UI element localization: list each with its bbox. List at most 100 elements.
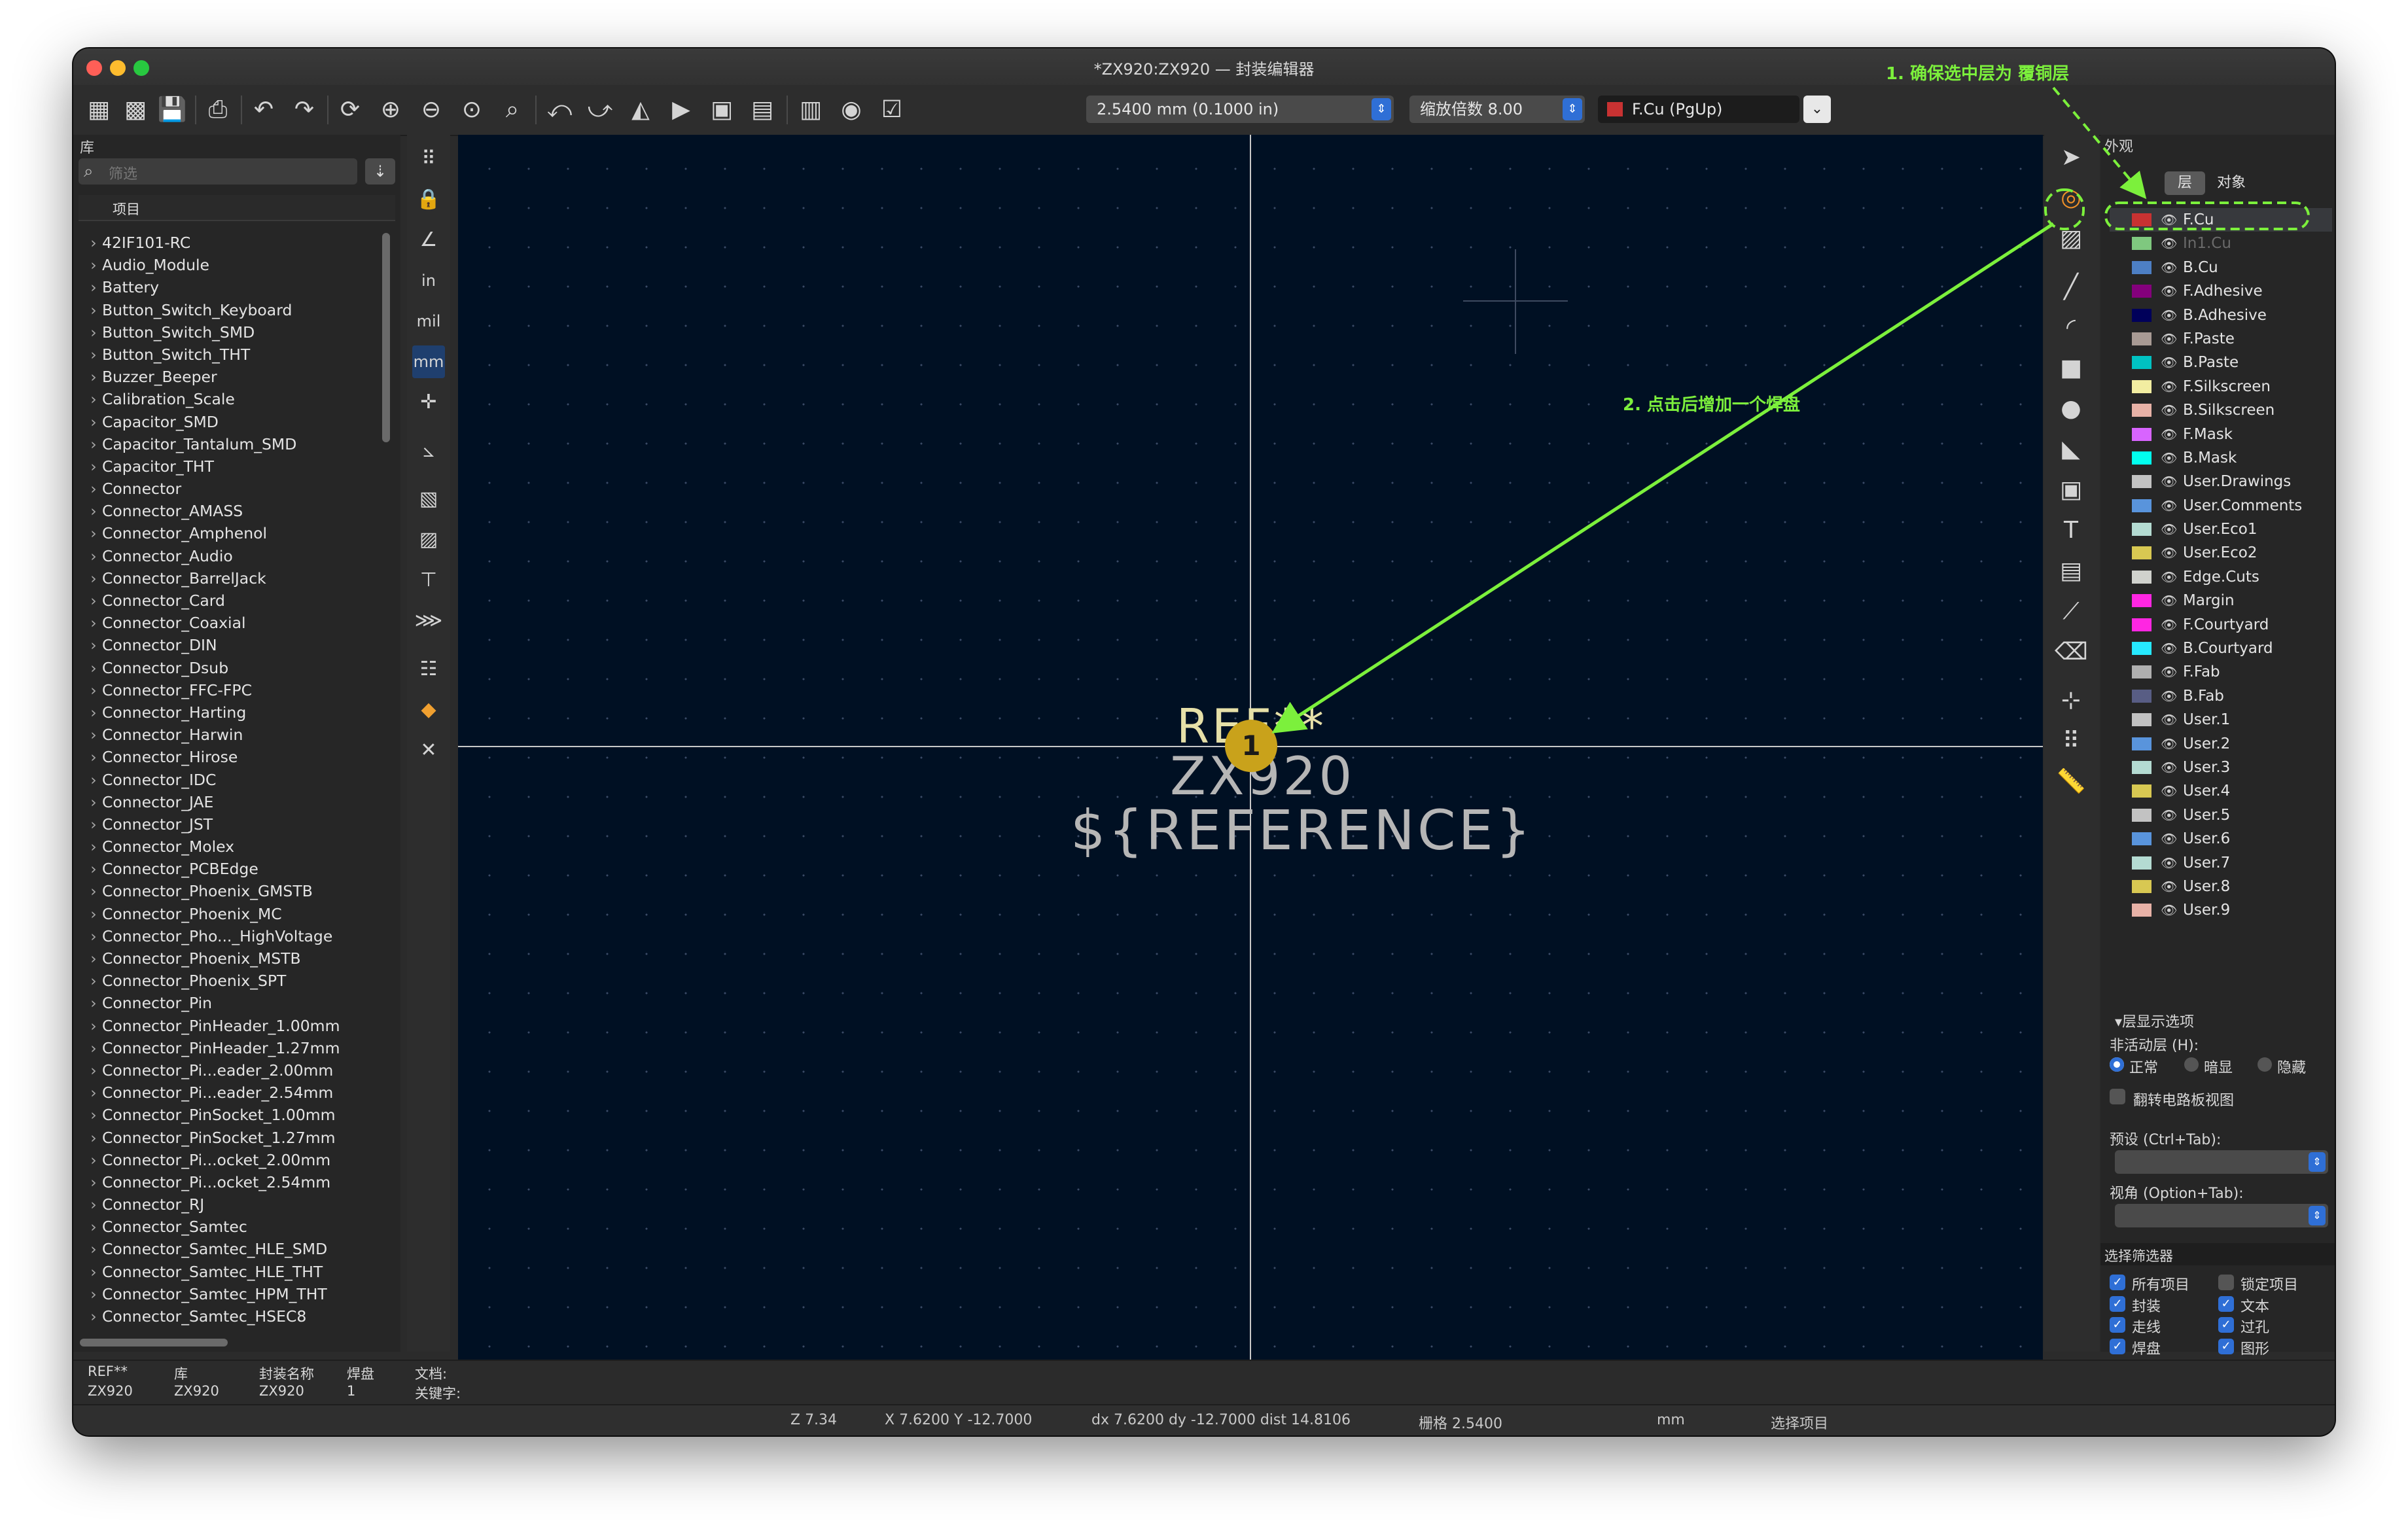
layer-row[interactable]: 👁 User.6 <box>2110 827 2332 851</box>
filter-checkbox[interactable] <box>2218 1275 2234 1290</box>
list-item[interactable]: › Connector_Samtec_HPM_THT <box>79 1283 377 1305</box>
list-item[interactable]: › Button_Switch_SMD <box>79 321 377 343</box>
list-item[interactable]: › Connector_JAE <box>79 791 377 813</box>
chevron-right-icon[interactable]: › <box>79 612 102 634</box>
chevron-right-icon[interactable]: › <box>79 1261 102 1283</box>
zoom-out-icon[interactable]: ⊖ <box>415 94 448 126</box>
list-item[interactable]: › Connector_PinHeader_1.00mm <box>79 1015 377 1037</box>
filter-checkbox[interactable]: ✓ <box>2110 1275 2125 1290</box>
eye-icon[interactable]: 👁 <box>2161 660 2177 684</box>
layer-color-swatch[interactable] <box>2132 713 2151 727</box>
chevron-right-icon[interactable]: › <box>79 478 102 500</box>
new-footprint-icon[interactable]: ▦ <box>82 94 115 126</box>
eye-icon[interactable]: 👁 <box>2161 208 2177 232</box>
layer-color-swatch[interactable] <box>2132 879 2151 893</box>
chevron-right-icon[interactable]: › <box>79 925 102 947</box>
chevron-right-icon[interactable]: › <box>79 1082 102 1104</box>
layer-row[interactable]: 👁 User.Eco2 <box>2110 541 2332 565</box>
polar-coords-icon[interactable]: ∠ <box>412 224 445 256</box>
flip-icon[interactable]: ▶ <box>665 94 698 126</box>
eye-icon[interactable]: 👁 <box>2161 756 2177 779</box>
eye-icon[interactable]: 👁 <box>2161 232 2177 255</box>
chevron-right-icon[interactable]: › <box>79 1283 102 1305</box>
chevron-right-icon[interactable]: › <box>79 858 102 880</box>
chevron-right-icon[interactable]: › <box>79 746 102 768</box>
list-item[interactable]: › Audio_Module <box>79 254 377 276</box>
add-pad-icon[interactable]: ◎ <box>2055 182 2087 215</box>
inactive-dim-radio[interactable] <box>2184 1057 2199 1072</box>
eye-icon[interactable]: 👁 <box>2161 613 2177 637</box>
rotate-ccw-icon[interactable]: ⤺ <box>543 94 576 126</box>
list-item[interactable]: › Connector_Card <box>79 590 377 612</box>
chevron-right-icon[interactable]: › <box>79 903 102 925</box>
save-to-library-icon[interactable]: ▩ <box>119 94 152 126</box>
chevron-right-icon[interactable]: › <box>79 1015 102 1037</box>
add-text-icon[interactable]: T <box>2055 514 2087 547</box>
list-item[interactable]: › Connector_FFC-FPC <box>79 679 377 701</box>
eye-icon[interactable]: 👁 <box>2161 256 2177 279</box>
layer-color-swatch[interactable] <box>2132 665 2151 679</box>
high-contrast-icon[interactable]: ⋙ <box>412 605 445 637</box>
footprint-properties-icon[interactable]: ▥ <box>794 94 827 126</box>
layer-color-swatch[interactable] <box>2132 332 2151 345</box>
list-item[interactable]: › Connector_PCBEdge <box>79 858 377 880</box>
layer-row[interactable]: 👁 B.Adhesive <box>2110 304 2332 327</box>
units-inch-toggle[interactable]: in <box>412 264 445 297</box>
layer-color-swatch[interactable] <box>2132 308 2151 322</box>
layer-row[interactable]: 👁 User.7 <box>2110 851 2332 875</box>
zoom-selection-icon[interactable]: ⌕ <box>496 94 529 126</box>
layer-color-swatch[interactable] <box>2132 832 2151 846</box>
list-item[interactable]: › Connector_AMASS <box>79 500 377 522</box>
eye-icon[interactable]: 👁 <box>2161 779 2177 803</box>
eye-icon[interactable]: 👁 <box>2161 375 2177 398</box>
list-item[interactable]: › Connector <box>79 478 377 500</box>
chevron-right-icon[interactable]: › <box>79 567 102 590</box>
chevron-right-icon[interactable]: › <box>79 232 102 254</box>
chevron-right-icon[interactable]: › <box>79 276 102 298</box>
layer-color-swatch[interactable] <box>2132 356 2151 370</box>
chevron-right-icon[interactable]: › <box>79 321 102 343</box>
list-item[interactable]: › Connector_Harting <box>79 701 377 724</box>
eye-icon[interactable]: 👁 <box>2161 637 2177 660</box>
layer-row[interactable]: 👁 F.Mask <box>2110 423 2332 446</box>
layer-row[interactable]: 👁 User.3 <box>2110 756 2332 779</box>
reference-field-text[interactable]: ${REFERENCE} <box>1071 798 1533 862</box>
layer-color-swatch[interactable] <box>2132 546 2151 560</box>
preset-select[interactable]: ⇕ <box>2115 1150 2328 1174</box>
undo-icon[interactable]: ↶ <box>247 94 280 126</box>
library-horizontal-scrollbar[interactable] <box>80 1339 228 1346</box>
list-item[interactable]: › Connector_Phoenix_SPT <box>79 970 377 992</box>
layer-color-swatch[interactable] <box>2132 689 2151 703</box>
eye-icon[interactable]: 👁 <box>2161 898 2177 922</box>
draw-arc-icon[interactable]: ◜ <box>2055 311 2087 344</box>
lock-grid-icon[interactable]: 🔒 <box>412 183 445 216</box>
layer-color-swatch[interactable] <box>2132 260 2151 274</box>
list-item[interactable]: › Connector_Pi...eader_2.00mm <box>79 1059 377 1082</box>
eye-icon[interactable]: 👁 <box>2161 851 2177 875</box>
add-dimension-icon[interactable]: ⟋ <box>2055 595 2087 628</box>
layer-color-swatch[interactable] <box>2132 570 2151 584</box>
chevron-right-icon[interactable]: › <box>79 769 102 791</box>
layer-row[interactable]: 👁 User.8 <box>2110 875 2332 898</box>
chevron-right-icon[interactable]: › <box>79 1104 102 1126</box>
chevron-right-icon[interactable]: › <box>79 366 102 388</box>
text-outline-icon[interactable]: ⊤ <box>412 564 445 597</box>
inactive-normal-radio[interactable] <box>2110 1057 2124 1072</box>
chevron-right-icon[interactable]: › <box>79 1171 102 1193</box>
chevron-right-icon[interactable]: › <box>79 970 102 992</box>
chevron-right-icon[interactable]: › <box>79 545 102 567</box>
list-item[interactable]: › Connector_Samtec_HSEC8 <box>79 1305 377 1326</box>
library-filter-input[interactable]: ⌕ 筛选 <box>79 158 357 185</box>
chevron-right-icon[interactable]: › <box>79 791 102 813</box>
list-item[interactable]: › Connector_Pho..._HighVoltage <box>79 925 377 947</box>
chevron-right-icon[interactable]: › <box>79 1238 102 1260</box>
chevron-right-icon[interactable]: › <box>79 388 102 410</box>
chevron-right-icon[interactable]: › <box>79 1216 102 1238</box>
chevron-right-icon[interactable]: › <box>79 411 102 433</box>
anchor-icon[interactable]: ⊹ <box>2055 684 2087 717</box>
rotate-cw-icon[interactable]: ⤻ <box>584 94 616 126</box>
group-icon[interactable]: ▣ <box>705 94 738 126</box>
list-item[interactable]: › Connector_Phoenix_MC <box>79 903 377 925</box>
list-item[interactable]: › Connector_Hirose <box>79 746 377 768</box>
list-item[interactable]: › Capacitor_SMD <box>79 411 377 433</box>
